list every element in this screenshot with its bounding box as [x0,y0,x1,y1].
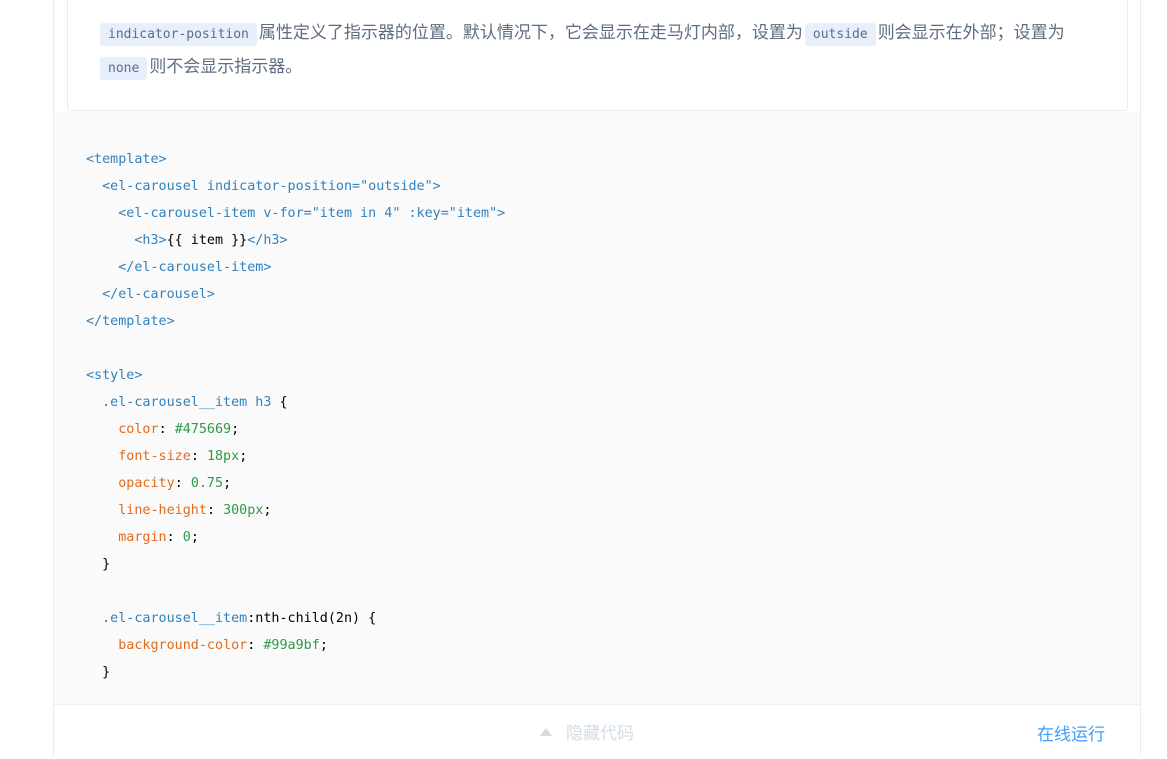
code-line: } [86,557,111,572]
code-line: <style> [86,368,143,383]
code-line: <h3>{{ item }}</h3> [134,233,288,248]
code-line: .el-carousel__item h3 { [102,395,288,410]
inline-code-none: none [100,57,148,80]
code-line: opacity: 0.75; [118,476,232,491]
description-text-1: 属性定义了指示器的位置。默认情况下，它会显示在走马灯内部，设置为 [258,23,803,43]
inline-code-outside: outside [804,23,876,46]
code-line: margin: 0; [118,530,199,545]
code-line: } [86,665,111,680]
code-line: <el-carousel-item v-for="item in 4" :key… [86,206,506,221]
description: indicator-position 属性定义了指示器的位置。默认情况下，它会显示… [67,0,1128,111]
run-online-button[interactable]: 在线运行 [1037,720,1105,745]
code-area: <template> <el-carousel indicator-positi… [54,112,1140,704]
code-line: </template> [86,314,175,329]
code-line: <el-carousel indicator-position="outside… [86,179,441,194]
description-text-3: 则不会显示指示器。 [149,57,303,77]
caret-up-icon [540,728,552,736]
inline-code-indicator-position: indicator-position [100,23,257,46]
code-line: <template> [86,152,167,167]
hide-code-label: 隐藏代码 [566,724,634,744]
code-line: color: #475669; [118,422,240,437]
description-text-2: 则会显示在外部；设置为 [877,23,1065,43]
code-line: .el-carousel__item:nth-child(2n) { [102,611,377,626]
code-line: </el-carousel> [86,287,215,302]
code-line: line-height: 300px; [118,503,272,518]
code-block: <template> <el-carousel indicator-positi… [86,146,505,686]
code-line: background-color: #99a9bf; [118,638,328,653]
demo-block: indicator-position 属性定义了指示器的位置。默认情况下，它会显示… [53,0,1141,759]
code-line: </el-carousel-item> [86,260,272,275]
code-line: font-size: 18px; [118,449,248,464]
hide-code-button[interactable]: 隐藏代码 [540,719,634,744]
demo-control-bar: 隐藏代码 在线运行 [54,704,1140,759]
